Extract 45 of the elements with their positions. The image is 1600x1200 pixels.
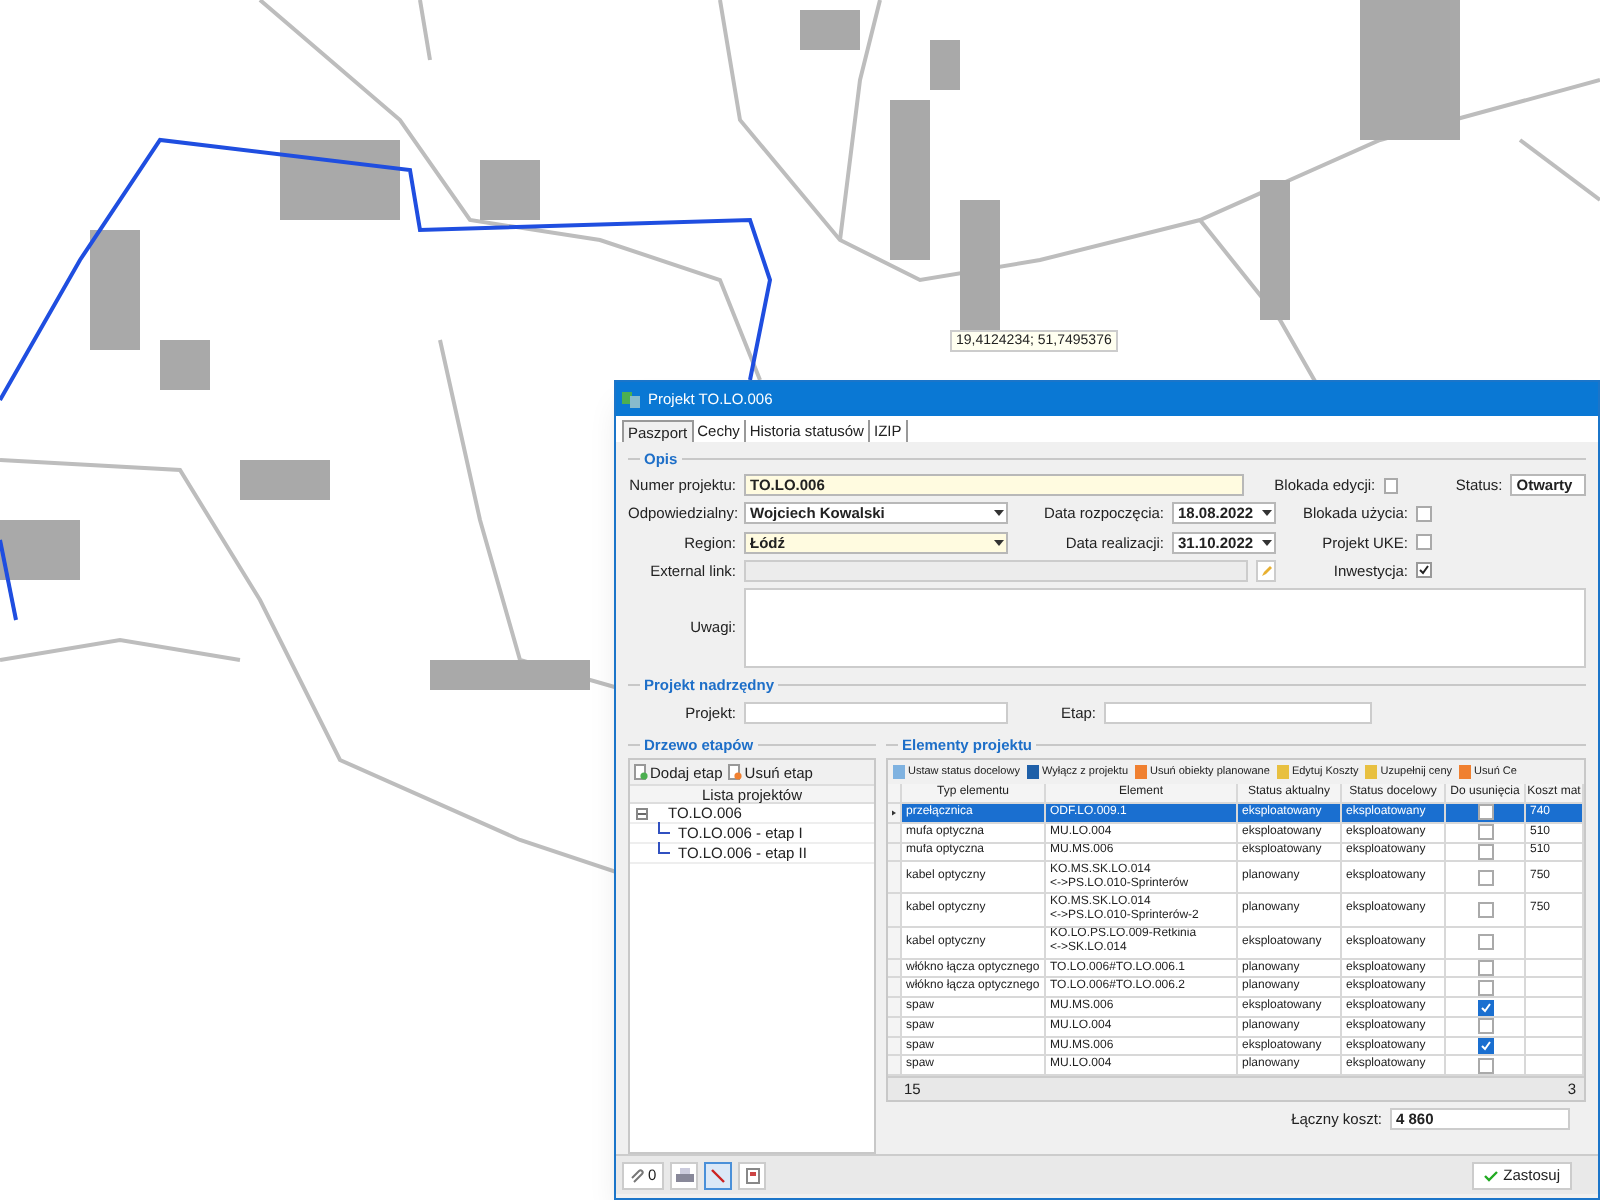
checkbox[interactable] [1477,934,1493,951]
table-cell [1526,978,1584,999]
tool-icon [1458,764,1473,781]
external-link-field[interactable] [744,559,1248,582]
print-button[interactable] [670,1161,699,1190]
document-icon [634,764,648,781]
checkbox[interactable] [1477,1038,1493,1055]
checkbox[interactable] [1477,999,1493,1016]
document-icon [728,764,743,781]
checkbox[interactable] [1416,534,1432,551]
tool-button[interactable] [704,1161,733,1190]
checkbox[interactable] [1477,869,1493,886]
wand-icon [710,1167,727,1184]
expand-toggle-icon[interactable] [636,807,648,820]
stage-field[interactable] [1104,702,1372,725]
printer-icon [675,1167,694,1184]
checkbox[interactable] [1477,960,1493,977]
app-icon [622,390,640,408]
table-cell [1526,927,1584,960]
table-cell [1526,1017,1584,1038]
pencil-icon [1259,563,1273,578]
checkbox[interactable] [1477,1057,1493,1074]
paperclip-icon [630,1167,644,1184]
tool-icon [1025,764,1040,781]
tool-icon [892,764,906,781]
book-button[interactable] [738,1161,767,1190]
checkbox[interactable] [1477,804,1493,821]
book-icon [745,1167,760,1184]
checkbox[interactable] [1416,562,1432,579]
table-cell [1526,1037,1584,1057]
tool-icon [1364,764,1379,781]
parent-project-field[interactable] [744,702,1008,725]
table-cell [1526,998,1584,1018]
checkbox[interactable] [1477,901,1493,918]
tool-icon [1275,764,1290,781]
checkbox[interactable] [1477,1018,1493,1035]
notes-textarea[interactable] [744,588,1586,668]
checkmark-icon [1483,1169,1498,1182]
checkbox[interactable] [1477,979,1493,996]
tool-icon [1134,764,1148,781]
checkbox[interactable] [1477,824,1493,841]
edit-button[interactable] [1256,559,1276,582]
table-cell [1526,959,1584,979]
checkbox[interactable] [1416,505,1432,522]
checkbox[interactable] [1383,477,1399,494]
